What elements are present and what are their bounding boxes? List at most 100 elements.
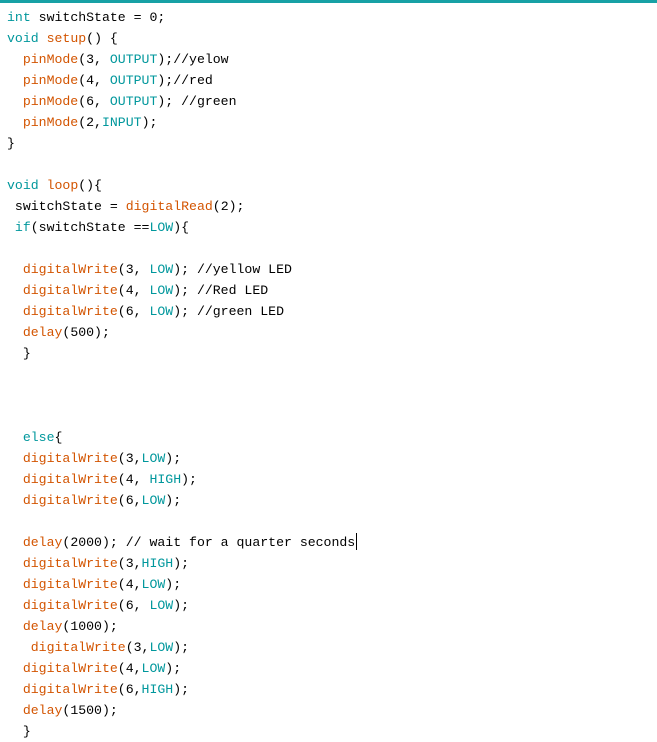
- text-token: );: [173, 598, 190, 613]
- constant-token: OUTPUT: [109, 94, 158, 109]
- code-line[interactable]: digitalWrite(6,LOW);: [7, 490, 657, 511]
- text-token: );: [173, 640, 190, 655]
- function-token: delay: [22, 619, 63, 634]
- code-line[interactable]: switchState = digitalRead(2);: [7, 196, 657, 217]
- code-line[interactable]: }: [7, 343, 657, 364]
- text-token: (3,: [117, 262, 150, 277]
- code-line[interactable]: int switchState = 0;: [7, 7, 657, 28]
- function-token: digitalWrite: [22, 661, 118, 676]
- text-token: );: [165, 661, 182, 676]
- code-editor[interactable]: int switchState = 0; void setup() { pinMo…: [7, 7, 657, 742]
- constant-token: OUTPUT: [109, 73, 158, 88]
- code-line[interactable]: digitalWrite(6,HIGH);: [7, 679, 657, 700]
- text-token: }: [7, 346, 31, 361]
- function-token: digitalWrite: [22, 451, 118, 466]
- constant-token: HIGH: [149, 472, 182, 487]
- function-token: digitalRead: [125, 199, 213, 214]
- function-token: pinMode: [22, 115, 79, 130]
- code-line[interactable]: digitalWrite(4, LOW); //Red LED: [7, 280, 657, 301]
- code-line[interactable]: [7, 406, 657, 427]
- code-line[interactable]: delay(1000);: [7, 616, 657, 637]
- function-token: pinMode: [22, 73, 79, 88]
- code-line[interactable]: delay(1500);: [7, 700, 657, 721]
- text-token: (3,: [125, 640, 150, 655]
- code-line[interactable]: pinMode(3, OUTPUT);//yelow: [7, 49, 657, 70]
- code-line[interactable]: digitalWrite(3,LOW);: [7, 448, 657, 469]
- code-line[interactable]: digitalWrite(4,LOW);: [7, 658, 657, 679]
- text-token: );: [173, 682, 190, 697]
- text-cursor: [356, 533, 358, 550]
- function-token: digitalWrite: [22, 493, 118, 508]
- text-token: (2000); // wait for a quarter seconds: [62, 535, 356, 550]
- code-line[interactable]: digitalWrite(3,LOW);: [7, 637, 657, 658]
- text-token: }: [7, 136, 15, 151]
- code-line[interactable]: if(switchState ==LOW){: [7, 217, 657, 238]
- function-token: delay: [22, 703, 63, 718]
- text-token: (1500);: [62, 703, 118, 718]
- text-token: {: [54, 430, 63, 445]
- code-line[interactable]: void loop(){: [7, 175, 657, 196]
- constant-token: LOW: [149, 304, 174, 319]
- text-token: ); //Red LED: [173, 283, 269, 298]
- code-line[interactable]: delay(2000); // wait for a quarter secon…: [7, 532, 657, 553]
- function-token: digitalWrite: [22, 283, 118, 298]
- text-token: );: [165, 493, 182, 508]
- function-token: digitalWrite: [22, 577, 118, 592]
- keyword-token: else: [22, 430, 55, 445]
- function-token: digitalWrite: [22, 598, 118, 613]
- text-token: (4,: [117, 283, 150, 298]
- code-line[interactable]: pinMode(4, OUTPUT);//red: [7, 70, 657, 91]
- text-token: ); //green LED: [173, 304, 284, 319]
- keyword-token: void: [7, 31, 39, 46]
- text-token: (2);: [212, 199, 245, 214]
- function-token: digitalWrite: [30, 640, 126, 655]
- constant-token: LOW: [149, 283, 174, 298]
- constant-token: LOW: [141, 661, 166, 676]
- code-line[interactable]: [7, 385, 657, 406]
- function-token: pinMode: [22, 94, 79, 109]
- code-line[interactable]: [7, 364, 657, 385]
- text-token: (2,: [78, 115, 102, 130]
- code-line[interactable]: digitalWrite(4, HIGH);: [7, 469, 657, 490]
- code-line[interactable]: digitalWrite(3,HIGH);: [7, 553, 657, 574]
- code-line[interactable]: pinMode(6, OUTPUT); //green: [7, 91, 657, 112]
- text-token: );: [181, 472, 197, 487]
- code-line[interactable]: digitalWrite(3, LOW); //yellow LED: [7, 259, 657, 280]
- text-token: );: [141, 115, 158, 130]
- text-token: ){: [173, 220, 190, 235]
- text-token: );: [165, 451, 182, 466]
- code-line[interactable]: digitalWrite(4,LOW);: [7, 574, 657, 595]
- constant-token: LOW: [149, 220, 174, 235]
- code-line[interactable]: }: [7, 721, 657, 742]
- text-token: );: [165, 577, 182, 592]
- code-line[interactable]: [7, 511, 657, 532]
- function-token: delay: [22, 535, 63, 550]
- code-line[interactable]: digitalWrite(6, LOW); //green LED: [7, 301, 657, 322]
- code-line[interactable]: pinMode(2,INPUT);: [7, 112, 657, 133]
- text-token: (4,: [78, 73, 110, 88]
- constant-token: LOW: [149, 598, 174, 613]
- code-line[interactable]: void setup() {: [7, 28, 657, 49]
- code-line[interactable]: [7, 154, 657, 175]
- code-line[interactable]: else{: [7, 427, 657, 448]
- code-line[interactable]: digitalWrite(6, LOW);: [7, 595, 657, 616]
- constant-token: LOW: [141, 451, 166, 466]
- function-token: digitalWrite: [22, 304, 118, 319]
- code-line[interactable]: [7, 238, 657, 259]
- text-token: );//yelow: [157, 52, 229, 67]
- text-token: (6,: [117, 598, 150, 613]
- code-line[interactable]: delay(500);: [7, 322, 657, 343]
- code-line[interactable]: }: [7, 133, 657, 154]
- text-token: (){: [78, 178, 102, 193]
